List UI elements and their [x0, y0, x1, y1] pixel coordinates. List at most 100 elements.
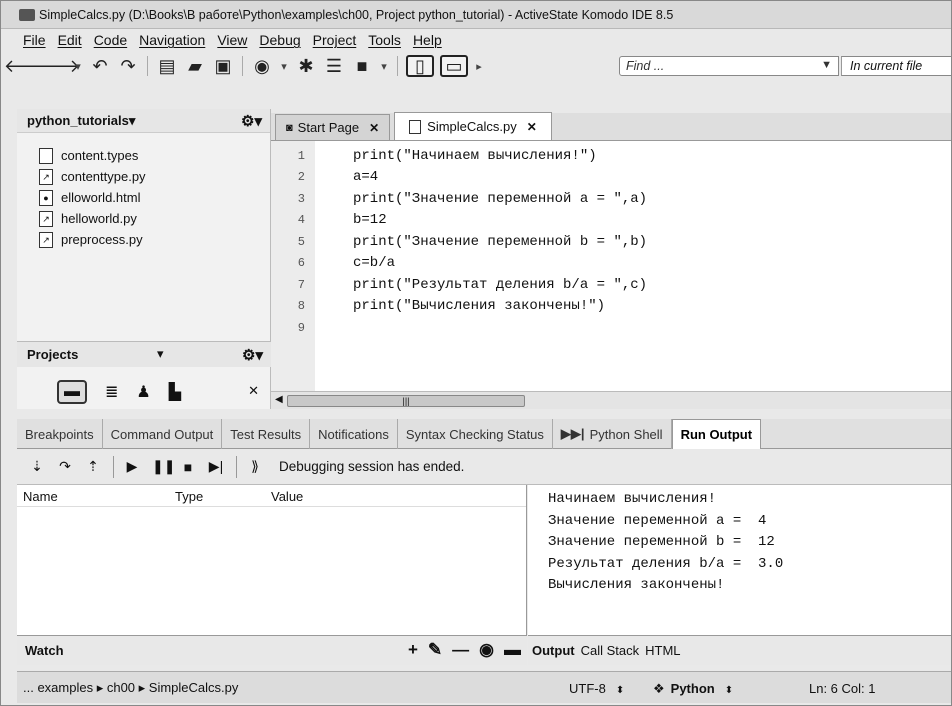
interactive-shell-icon[interactable]: ⟫ [247, 458, 263, 475]
code-browser-icon[interactable]: ≣ [105, 382, 118, 402]
find-scope-select[interactable]: In current file [841, 56, 951, 76]
encoding-select[interactable]: UTF-8 ⬍ [569, 681, 624, 696]
output-line: Результат деления b/a = 3.0 [548, 555, 784, 572]
terminal-icon[interactable]: ■ [351, 55, 373, 77]
gear-icon[interactable]: ⚙▾ [242, 346, 263, 364]
scrollbar-thumb[interactable]: ||| [287, 395, 525, 407]
tab-test-results[interactable]: Test Results [222, 419, 311, 449]
horizontal-scrollbar[interactable]: ◀ ||| [271, 391, 951, 409]
breadcrumb[interactable]: ... examples ▸ ch00 ▸ SimpleCalcs.py [23, 680, 238, 696]
komodo-window: SimpleCalcs.py (D:\Books\В работе\Python… [0, 0, 952, 706]
column-name[interactable]: Name [23, 489, 58, 504]
window-title: SimpleCalcs.py (D:\Books\В работе\Python… [39, 7, 674, 22]
file-item[interactable]: ↗ contenttype.py [39, 166, 270, 187]
forward-dropdown-icon[interactable]: ▾ [73, 55, 83, 77]
code-editor[interactable]: 1 print("Начинаем вычисления!") 2 a=4 3 pri… [271, 141, 951, 391]
tab-notifications[interactable]: Notifications [310, 419, 398, 449]
toolbar-chevron-icon[interactable]: ▸ [474, 55, 484, 77]
break-now-icon[interactable]: ❚❚ [152, 458, 175, 475]
tab-output[interactable]: Output [532, 643, 575, 658]
view-icon[interactable]: ◉ [479, 640, 494, 660]
forward-icon[interactable]: 🡒 [32, 55, 80, 77]
menu-help[interactable]: Help [411, 32, 444, 48]
file-name: preprocess.py [61, 232, 143, 247]
browser-preview-icon[interactable]: ◉ [251, 55, 273, 77]
save-icon[interactable]: ▣ [212, 55, 234, 77]
find-input[interactable]: Find ... ▼ [619, 56, 839, 76]
tab-call-stack[interactable]: Call Stack [581, 643, 640, 658]
line-text: b=12 [353, 212, 387, 229]
menu-code[interactable]: Code [92, 32, 129, 48]
format-icon[interactable]: ☰ [323, 55, 345, 77]
tab-command-output[interactable]: Command Output [103, 419, 223, 449]
projects-dropdown-icon[interactable]: ▾ [157, 346, 164, 362]
tab-simplecalcs[interactable]: SimpleCalcs.py ✕ [394, 112, 552, 140]
toggle-left-pane-icon[interactable]: ▯ [406, 55, 434, 77]
close-icon[interactable]: ✕ [369, 121, 379, 135]
go-continue-icon[interactable]: ▶ [124, 458, 140, 475]
close-icon[interactable]: ✕ [527, 120, 537, 134]
new-file-icon[interactable]: ▤ [156, 55, 178, 77]
scroll-left-icon[interactable]: ◀ [275, 394, 283, 405]
step-in-icon[interactable]: ⇣ [29, 458, 45, 475]
copy-icon[interactable]: ▬ [504, 640, 521, 660]
places-tab-icon[interactable]: ▬ [57, 380, 87, 404]
start-page-icon: ◙ [286, 121, 293, 134]
file-item[interactable]: ↗ preprocess.py [39, 229, 270, 250]
line-number: 6 [297, 256, 305, 271]
code-line: 5 print("Значение переменной b = ",b) [271, 231, 647, 253]
file-item[interactable]: ↗ helloworld.py [39, 208, 270, 229]
file-item[interactable]: content.types [39, 145, 270, 166]
find-dropdown-icon[interactable]: ▼ [821, 59, 832, 71]
tab-start-page[interactable]: ◙ Start Page ✕ [275, 114, 391, 140]
column-type[interactable]: Type [175, 489, 203, 504]
file-name: content.types [61, 148, 139, 163]
tab-html[interactable]: HTML [645, 643, 680, 658]
tab-label: Start Page [297, 120, 360, 135]
menu-file[interactable]: File [21, 32, 48, 48]
add-icon[interactable]: + [408, 640, 418, 660]
tab-breakpoints[interactable]: Breakpoints [17, 419, 103, 449]
gear-icon[interactable]: ⚙▾ [241, 112, 262, 130]
collaboration-icon[interactable]: ♟ [136, 382, 150, 402]
menu-edit[interactable]: Edit [56, 32, 84, 48]
menu-debug[interactable]: Debug [257, 32, 302, 48]
python-shell-icon: ▶▶| [560, 426, 585, 441]
close-icon[interactable]: ✕ [248, 383, 259, 399]
file-item[interactable]: ● elloworld.html [39, 187, 270, 208]
output-line: Значение переменной a = 4 [548, 512, 767, 529]
tab-syntax-checking-status[interactable]: Syntax Checking Status [398, 419, 553, 449]
komodo-app-icon [19, 8, 35, 21]
file-list: content.types ↗ contenttype.py ● elloworld… [17, 133, 270, 250]
toolbox-icon[interactable]: ✱ [295, 55, 317, 77]
language-select[interactable]: ❖ Python ⬍ [653, 681, 733, 697]
toolbox-tab-icon[interactable]: ▙ [169, 382, 181, 402]
menu-navigation[interactable]: Navigation [137, 32, 207, 48]
terminal-dropdown-icon[interactable]: ▾ [379, 55, 389, 77]
menu-tools[interactable]: Tools [366, 32, 403, 48]
toggle-bottom-pane-icon[interactable]: ▭ [440, 55, 468, 77]
tab-run-output[interactable]: Run Output [671, 419, 762, 449]
debug-toolbar: ⇣ ↷ ⇡ ▶ ❚❚ ■ ▶| ⟫ Debugging session has … [17, 449, 951, 485]
menu-view[interactable]: View [215, 32, 249, 48]
remove-icon[interactable]: — [452, 640, 469, 660]
line-number: 4 [297, 213, 305, 228]
column-value[interactable]: Value [271, 489, 303, 504]
toolbar-divider [397, 56, 398, 76]
browser-dropdown-icon[interactable]: ▾ [279, 55, 289, 77]
step-over-icon[interactable]: ↷ [57, 458, 73, 475]
step-out-icon[interactable]: ⇡ [85, 458, 101, 475]
run-to-cursor-icon[interactable]: ▶| [208, 458, 224, 475]
undo-icon[interactable]: ↶ [89, 55, 111, 77]
menu-project[interactable]: Project [311, 32, 359, 48]
open-folder-icon[interactable]: ▰ [184, 55, 206, 77]
redo-icon[interactable]: ↷ [117, 55, 139, 77]
places-dropdown-icon[interactable]: ▾ [129, 113, 136, 129]
toolbar-divider [242, 56, 243, 76]
stop-icon[interactable]: ■ [180, 459, 196, 475]
places-header[interactable]: python_tutorials ▾ ⚙▾ [17, 109, 270, 133]
projects-header[interactable]: Projects ▾ ⚙▾ [17, 341, 271, 367]
tab-python-shell[interactable]: ▶▶| Python Shell [553, 419, 672, 449]
edit-icon[interactable]: ✎ [428, 640, 442, 660]
code-line: 7 print("Результат деления b/a = ",c) [271, 274, 647, 296]
